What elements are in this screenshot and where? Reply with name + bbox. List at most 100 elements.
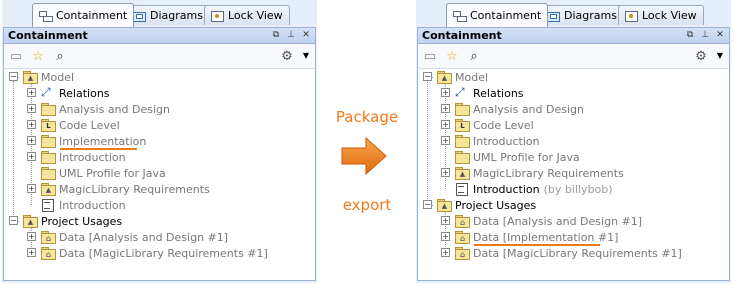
expand-toggle[interactable]: +	[441, 136, 450, 145]
tab-strip: Containment Diagrams Lock View	[2, 0, 317, 28]
expand-toggle[interactable]: +	[27, 232, 36, 241]
tab-diagrams[interactable]: Diagrams	[540, 5, 624, 25]
tree-node-analysis-and-design[interactable]: + Analysis and Design	[27, 101, 170, 117]
expand-toggle[interactable]: +	[27, 104, 36, 113]
tree-node-data-implementation[interactable]: + Data [Implementation #1]	[441, 229, 618, 245]
package-icon	[41, 167, 56, 180]
float-icon[interactable]: ⧉	[684, 30, 696, 42]
tab-label: Diagrams	[564, 9, 617, 22]
package-icon	[455, 151, 470, 164]
tree-node-magiclibrary-requirements[interactable]: + MagicLibrary Requirements	[27, 181, 210, 197]
tab-label: Diagrams	[150, 9, 203, 22]
tab-label: Lock View	[642, 9, 697, 22]
pin-icon[interactable]: ⊥	[699, 30, 711, 42]
containment-panel-after: Containment Diagrams Lock View Containme…	[416, 0, 731, 283]
containment-tree-icon	[38, 10, 53, 22]
tree-node-data-magiclibrary-requirements[interactable]: + Data [MagicLibrary Requirements #1]	[27, 245, 268, 261]
pin-icon[interactable]: ⊥	[285, 30, 297, 42]
owner-annotation: (by billybob)	[543, 182, 613, 196]
tab-containment[interactable]: Containment	[32, 3, 135, 27]
expand-toggle[interactable]: +	[27, 152, 36, 161]
search-icon[interactable]: ⌕	[52, 48, 68, 64]
tab-label: Lock View	[228, 9, 283, 22]
panel-toolbar: ▭ ☆ ⌕ ⚙ ▼	[417, 44, 730, 68]
relations-icon	[41, 85, 56, 100]
tree-node-relations[interactable]: + Relations	[441, 85, 524, 101]
containment-panel-before: Containment Diagrams Lock View Containme…	[2, 0, 317, 283]
tree-node-relations[interactable]: + Relations	[27, 85, 110, 101]
expand-toggle[interactable]: +	[441, 216, 450, 225]
tree-node-model[interactable]: − Model	[423, 69, 488, 85]
shared-package-icon	[41, 231, 56, 244]
tree-node-code-level[interactable]: + Code Level	[27, 117, 120, 133]
expand-toggle[interactable]: +	[27, 88, 36, 97]
shared-package-icon	[455, 231, 470, 244]
close-icon[interactable]: ✕	[714, 30, 726, 42]
expand-toggle[interactable]: +	[441, 168, 450, 177]
tree-node-code-level[interactable]: + Code Level	[441, 117, 534, 133]
containment-tree-icon	[452, 10, 467, 22]
tree-node-project-usages[interactable]: − Project Usages	[423, 197, 536, 213]
collapse-toggle[interactable]: −	[9, 216, 18, 225]
tab-strip: Containment Diagrams Lock View	[416, 0, 731, 28]
expand-toggle[interactable]: +	[441, 88, 450, 97]
chevron-down-icon[interactable]: ▼	[715, 48, 725, 64]
search-icon[interactable]: ⌕	[466, 48, 482, 64]
tab-diagrams[interactable]: Diagrams	[126, 5, 210, 25]
code-package-icon	[455, 119, 470, 132]
tab-containment[interactable]: Containment	[446, 3, 549, 27]
gear-icon[interactable]: ⚙	[693, 48, 709, 64]
panel-title: Containment	[8, 29, 88, 42]
tree-node-uml-profile-for-java[interactable]: UML Profile for Java	[441, 149, 580, 165]
collapse-toggle[interactable]: −	[9, 72, 18, 81]
model-package-icon	[455, 167, 470, 180]
project-usages-icon	[437, 199, 452, 212]
close-icon[interactable]: ✕	[300, 30, 312, 42]
package-export-arrow-area: Package export	[320, 0, 414, 284]
collapse-toggle[interactable]: −	[423, 200, 432, 209]
expand-toggle[interactable]: +	[27, 136, 36, 145]
tree-node-data-analysis-and-design[interactable]: + Data [Analysis and Design #1]	[441, 213, 642, 229]
gear-icon[interactable]: ⚙	[279, 48, 295, 64]
expand-toggle[interactable]: +	[27, 184, 36, 193]
expand-toggle[interactable]: +	[441, 120, 450, 129]
lock-view-icon	[210, 10, 224, 22]
document-icon	[455, 183, 470, 196]
expand-toggle[interactable]: +	[27, 248, 36, 257]
favorite-star-icon[interactable]: ☆	[444, 48, 460, 64]
tree-node-analysis-and-design[interactable]: + Analysis and Design	[441, 101, 584, 117]
tree-node-project-usages[interactable]: − Project Usages	[9, 213, 122, 229]
diagrams-icon	[546, 10, 560, 22]
favorite-star-icon[interactable]: ☆	[30, 48, 46, 64]
tree-node-data-magiclibrary-requirements[interactable]: + Data [MagicLibrary Requirements #1]	[441, 245, 682, 261]
containment-tree: − Model + Relations + Analysis and Desig…	[417, 68, 730, 281]
tree-node-introduction-document[interactable]: Introduction (by billybob)	[441, 181, 613, 197]
tab-lock-view[interactable]: Lock View	[618, 5, 704, 25]
float-icon[interactable]: ⧉	[270, 30, 282, 42]
code-package-icon	[41, 119, 56, 132]
tree-node-introduction[interactable]: + Introduction	[441, 133, 540, 149]
panel-titlebar: Containment ⧉ ⊥ ✕	[3, 27, 316, 44]
tab-lock-view[interactable]: Lock View	[204, 5, 290, 25]
chevron-down-icon[interactable]: ▼	[301, 48, 311, 64]
collapse-toggle[interactable]: −	[423, 72, 432, 81]
new-element-icon[interactable]: ▭	[422, 48, 438, 64]
expand-toggle[interactable]: +	[27, 120, 36, 129]
tree-node-data-analysis-and-design[interactable]: + Data [Analysis and Design #1]	[27, 229, 228, 245]
project-usages-icon	[23, 215, 38, 228]
panel-toolbar: ▭ ☆ ⌕ ⚙ ▼	[3, 44, 316, 68]
document-icon	[41, 199, 56, 212]
tree-node-introduction-document[interactable]: Introduction	[27, 197, 126, 213]
package-icon	[41, 103, 56, 116]
tree-node-introduction[interactable]: + Introduction	[27, 149, 126, 165]
tree-node-magiclibrary-requirements[interactable]: + MagicLibrary Requirements	[441, 165, 624, 181]
expand-toggle[interactable]: +	[441, 104, 450, 113]
model-icon	[437, 71, 452, 84]
new-element-icon[interactable]: ▭	[8, 48, 24, 64]
expand-toggle[interactable]: +	[441, 248, 450, 257]
tree-node-implementation[interactable]: + Implementation	[27, 133, 146, 149]
expand-toggle[interactable]: +	[441, 232, 450, 241]
tree-node-model[interactable]: − Model	[9, 69, 74, 85]
panel-titlebar: Containment ⧉ ⊥ ✕	[417, 27, 730, 44]
tree-node-uml-profile-for-java[interactable]: UML Profile for Java	[27, 165, 166, 181]
